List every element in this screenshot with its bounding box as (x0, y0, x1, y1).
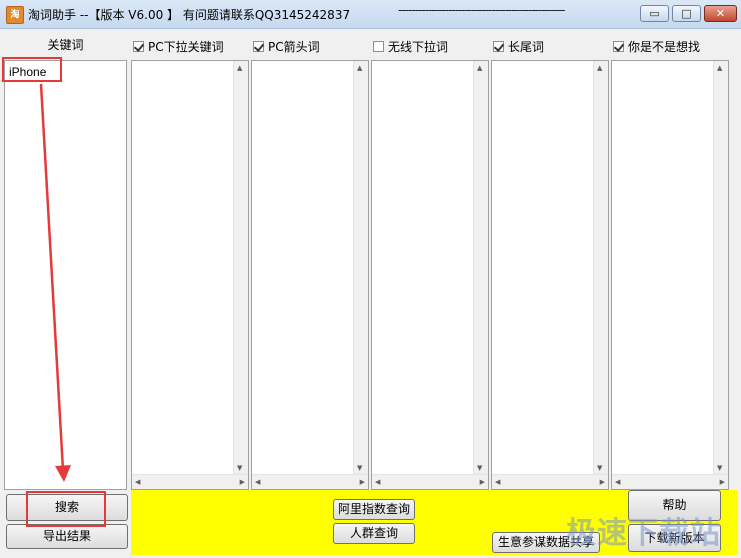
horizontal-scrollbar[interactable]: ◀ ▶ (132, 474, 248, 489)
export-results-button[interactable]: 导出结果 (6, 524, 128, 549)
scroll-right-icon[interactable]: ▶ (480, 478, 485, 486)
column-did-you-mean: 你是不是想找 ▲ ▼ ◀ ▶ (611, 30, 729, 490)
title-dashes: ----------------------------------------… (398, 3, 566, 17)
result-list[interactable]: ▲ ▼ ◀ ▶ (611, 60, 729, 490)
search-highlight-box (26, 491, 106, 527)
column-header[interactable]: 你是不是想找 (611, 32, 700, 60)
scroll-up-icon[interactable]: ▲ (717, 64, 722, 72)
column-label: PC下拉关键词 (148, 39, 224, 54)
scroll-up-icon[interactable]: ▲ (237, 64, 242, 72)
scroll-left-icon[interactable]: ◀ (495, 478, 500, 486)
horizontal-scrollbar[interactable]: ◀ ▶ (612, 474, 728, 489)
vertical-scrollbar[interactable]: ▲ ▼ (473, 61, 488, 475)
keyword-highlight-box (2, 57, 62, 82)
scroll-down-icon[interactable]: ▼ (357, 464, 362, 472)
horizontal-scrollbar[interactable]: ◀ ▶ (252, 474, 368, 489)
scroll-left-icon[interactable]: ◀ (255, 478, 260, 486)
window-title: 淘词助手 --【版本 V6.00 】 有问题请联系QQ3145242837 (28, 8, 351, 22)
column-wireless-dropdown: 无线下拉词 ▲ ▼ ◀ ▶ (371, 30, 489, 490)
minimize-button[interactable]: ▭ (640, 5, 669, 22)
checkbox-pc-dropdown[interactable] (133, 40, 144, 52)
column-label: 你是不是想找 (628, 39, 701, 54)
scroll-right-icon[interactable]: ▶ (600, 478, 605, 486)
close-button[interactable]: ✕ (704, 5, 737, 22)
scroll-right-icon[interactable]: ▶ (240, 478, 245, 486)
column-header[interactable]: 长尾词 (491, 32, 544, 60)
column-label: 长尾词 (508, 39, 545, 54)
result-list[interactable]: ▲ ▼ ◀ ▶ (491, 60, 609, 490)
crowd-query-button[interactable]: 人群查询 (333, 523, 415, 544)
maximize-button[interactable]: □ (672, 5, 701, 22)
scroll-down-icon[interactable]: ▼ (597, 464, 602, 472)
scroll-up-icon[interactable]: ▲ (597, 64, 602, 72)
vertical-scrollbar[interactable]: ▲ ▼ (353, 61, 368, 475)
result-list[interactable]: ▲ ▼ ◀ ▶ (131, 60, 249, 490)
column-pc-arrow: PC箭头词 ▲ ▼ ◀ ▶ (251, 30, 369, 490)
checkbox-did-you-mean[interactable] (613, 40, 624, 52)
column-header[interactable]: PC箭头词 (251, 32, 320, 60)
keyword-input[interactable]: iPhone (4, 60, 127, 490)
scroll-down-icon[interactable]: ▼ (717, 464, 722, 472)
column-pc-dropdown: PC下拉关键词 ▲ ▼ ◀ ▶ (131, 30, 249, 490)
ali-index-query-button[interactable]: 阿里指数查询 (333, 499, 415, 520)
keyword-header: 关键词 (47, 38, 84, 52)
column-header[interactable]: PC下拉关键词 (131, 32, 224, 60)
scroll-right-icon[interactable]: ▶ (360, 478, 365, 486)
scroll-down-icon[interactable]: ▼ (477, 464, 482, 472)
column-label: 无线下拉词 (388, 39, 449, 54)
app-logo-icon: 淘 (6, 6, 24, 24)
horizontal-scrollbar[interactable]: ◀ ▶ (492, 474, 608, 489)
scroll-right-icon[interactable]: ▶ (720, 478, 725, 486)
horizontal-scrollbar[interactable]: ◀ ▶ (372, 474, 488, 489)
result-list[interactable]: ▲ ▼ ◀ ▶ (251, 60, 369, 490)
title-bar: 淘 淘词助手 --【版本 V6.00 】 有问题请联系QQ3145242837 … (0, 0, 741, 29)
column-label: PC箭头词 (268, 39, 320, 54)
checkbox-pc-arrow[interactable] (253, 40, 264, 52)
scroll-left-icon[interactable]: ◀ (615, 478, 620, 486)
scroll-down-icon[interactable]: ▼ (237, 464, 242, 472)
column-header[interactable]: 无线下拉词 (371, 32, 448, 60)
keyword-panel: 关键词 iPhone (2, 30, 129, 490)
scroll-up-icon[interactable]: ▲ (477, 64, 482, 72)
checkbox-long-tail[interactable] (493, 40, 504, 52)
vertical-scrollbar[interactable]: ▲ ▼ (593, 61, 608, 475)
scroll-left-icon[interactable]: ◀ (375, 478, 380, 486)
vertical-scrollbar[interactable]: ▲ ▼ (713, 61, 728, 475)
result-list[interactable]: ▲ ▼ ◀ ▶ (371, 60, 489, 490)
watermark-logo: 极速下载站 (566, 516, 721, 551)
column-long-tail: 长尾词 ▲ ▼ ◀ ▶ (491, 30, 609, 490)
app-window: 淘 淘词助手 --【版本 V6.00 】 有问题请联系QQ3145242837 … (0, 0, 741, 558)
scroll-up-icon[interactable]: ▲ (357, 64, 362, 72)
checkbox-wireless-dropdown[interactable] (373, 40, 384, 52)
scroll-left-icon[interactable]: ◀ (135, 478, 140, 486)
vertical-scrollbar[interactable]: ▲ ▼ (233, 61, 248, 475)
